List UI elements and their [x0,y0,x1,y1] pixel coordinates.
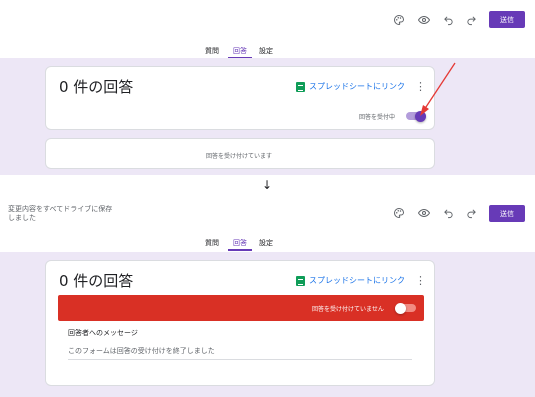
toolbar-after: 変更内容をすべてドライブに保存しました 送信 [0,203,535,231]
tab-responses[interactable]: 回答 [233,46,247,56]
more-options-icon[interactable]: ⋮ [415,275,426,286]
accepting-responses-label: 回答を受付中 [359,114,396,121]
not-accepting-label: 回答を受け付けていません [312,306,384,313]
undo-icon[interactable] [440,205,456,221]
sheets-icon [296,81,305,92]
eye-icon[interactable] [416,205,432,221]
tab-questions[interactable]: 質問 [205,238,219,248]
link-to-sheets-button[interactable]: スプレッドシートにリンク [296,81,405,92]
palette-icon[interactable] [391,205,407,221]
send-button[interactable]: 送信 [489,205,525,222]
not-accepting-banner: 回答を受け付けていません [58,295,424,321]
responses-summary-card: 0 件の回答 スプレッドシートにリンク ⋮ 回答を受付中 [45,66,435,130]
eye-icon[interactable] [416,12,432,28]
toggle-knob [395,302,406,314]
palette-icon[interactable] [391,12,407,28]
transition-arrow: ↓ [262,178,273,192]
save-status-note: 変更内容をすべてドライブに保存しました [8,205,113,222]
tab-responses[interactable]: 回答 [233,238,247,248]
responses-canvas-after: 0 件の回答 スプレッドシートにリンク ⋮ 回答を受け付けていません 回答者への… [0,252,535,397]
redo-icon[interactable] [463,205,479,221]
tab-settings[interactable]: 設定 [259,238,273,248]
accepting-responses-toggle[interactable] [395,302,416,314]
link-to-sheets-label: スプレッドシートにリンク [309,82,405,91]
sheets-icon [296,275,305,286]
redo-icon[interactable] [463,12,479,28]
annotation-arrow-icon [420,62,456,116]
tab-settings[interactable]: 設定 [259,46,273,56]
accepting-status-text: 回答を受け付けています [206,153,273,160]
responses-summary-card: 0 件の回答 スプレッドシートにリンク ⋮ 回答を受け付けていません 回答者への… [45,260,435,386]
link-to-sheets-label: スプレッドシートにリンク [309,276,405,285]
respondent-message-label: 回答者へのメッセージ [68,329,138,337]
status-card: 回答を受け付けています [45,138,435,169]
undo-icon[interactable] [440,12,456,28]
link-to-sheets-button[interactable]: スプレッドシートにリンク [296,275,405,286]
response-count-title: 0 件の回答 [59,78,134,96]
send-button[interactable]: 送信 [489,11,525,28]
tabs-after: 質問 回答 設定 [0,234,535,254]
respondent-message-input[interactable]: このフォームは回答の受け付けを終了しました [68,346,215,356]
message-input-underline [68,359,412,360]
tab-questions[interactable]: 質問 [205,46,219,56]
active-tab-indicator [228,249,252,251]
response-count-title: 0 件の回答 [59,272,134,290]
toolbar-before: 送信 [0,8,535,36]
